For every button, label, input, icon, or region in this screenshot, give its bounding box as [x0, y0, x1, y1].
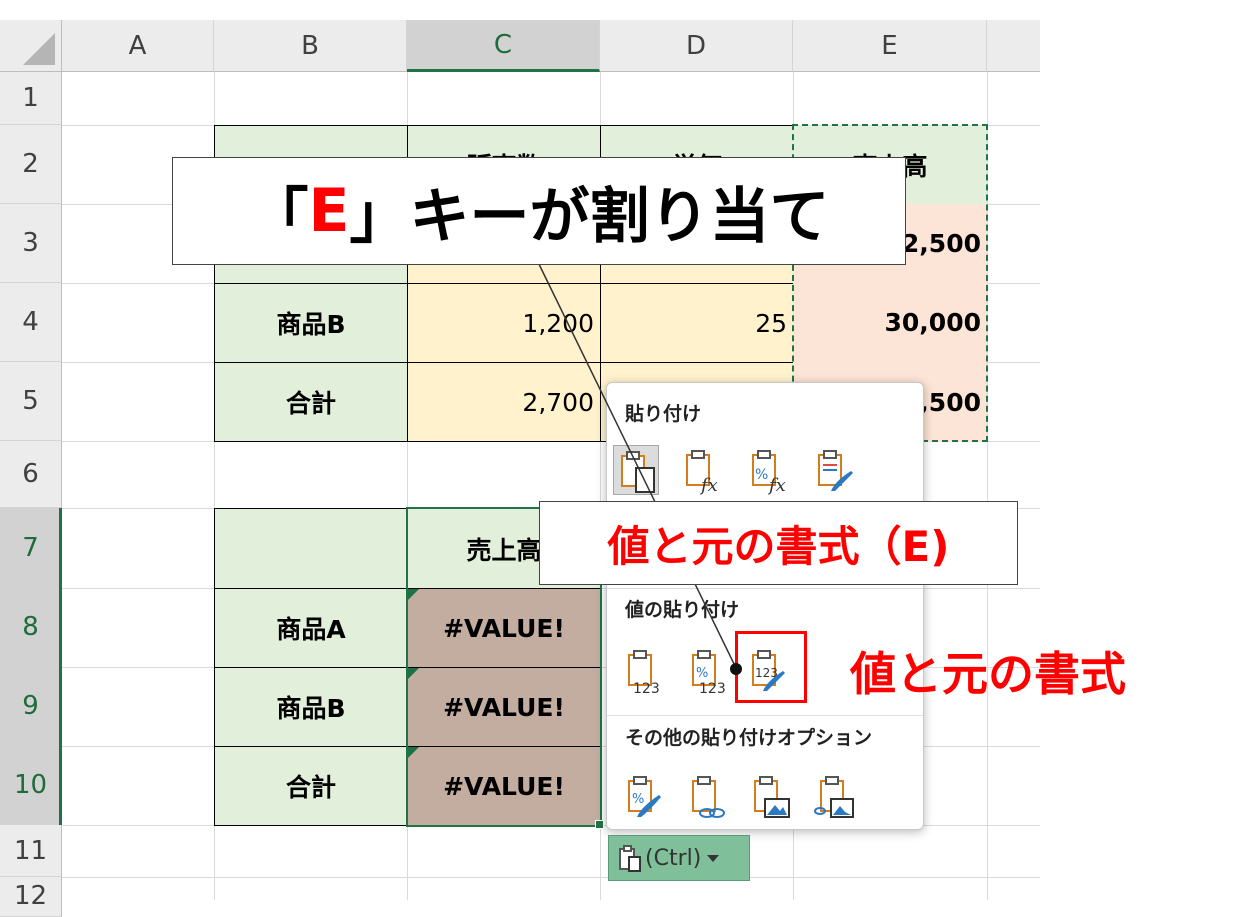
callout-key-text: 」キーが割り当て	[349, 181, 830, 252]
leader-dot	[730, 663, 742, 675]
leader-line	[535, 257, 738, 671]
callout-key-assignment: 「E 」キーが割り当て	[172, 157, 906, 265]
callout-leader-lines	[535, 257, 742, 675]
annotation-values-source-formatting: 値と元の書式	[850, 647, 1126, 701]
callout-key-letter: E	[308, 176, 350, 246]
callout-option-name: 値と元の書式（E)	[539, 501, 1018, 585]
callout-open-bracket: 「	[248, 181, 309, 252]
